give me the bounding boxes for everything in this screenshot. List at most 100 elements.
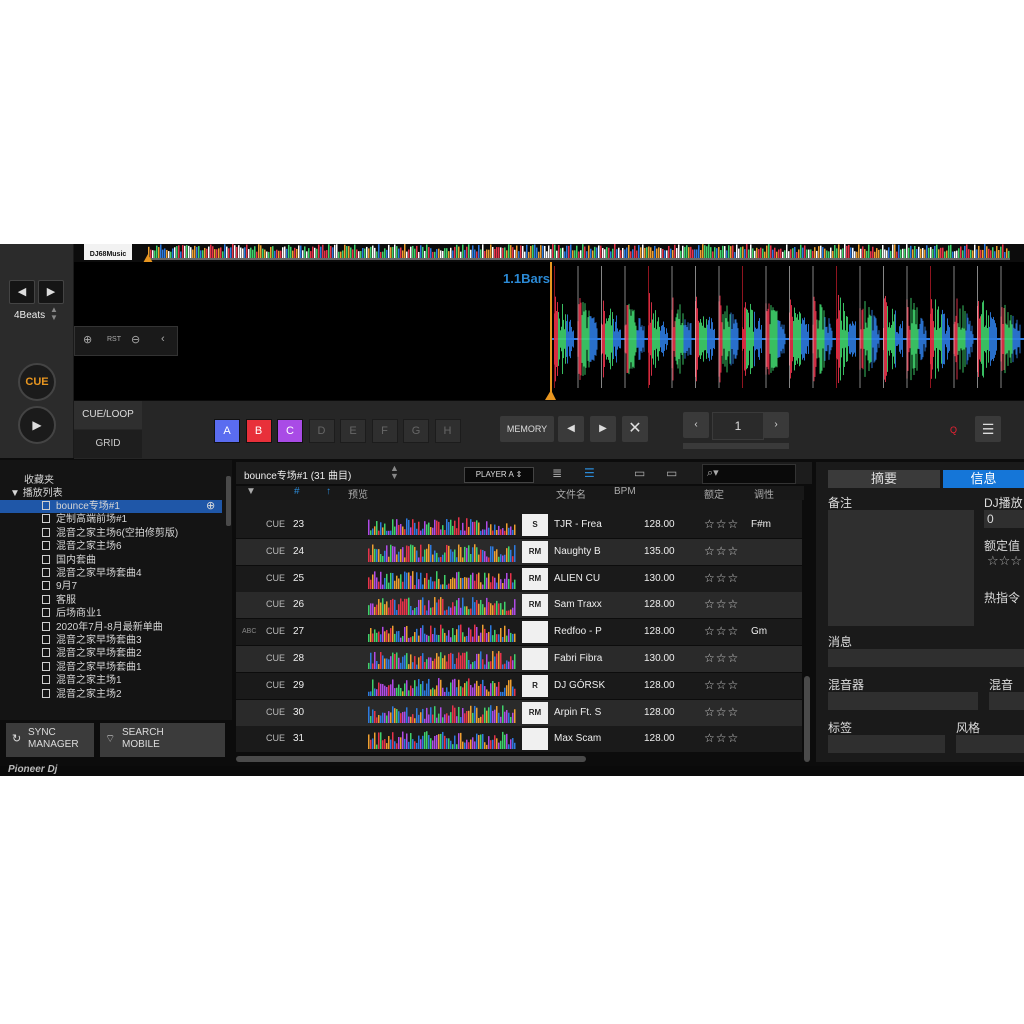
menu-button[interactable]: ☰ xyxy=(975,416,1001,442)
preview-waveform[interactable] xyxy=(368,728,516,750)
sidebar-item-playlist[interactable]: 混音之家主场2 xyxy=(0,688,122,701)
mixer-field[interactable] xyxy=(828,692,978,710)
sidebar-item-playlist[interactable]: 9月7 xyxy=(0,580,77,593)
notes-field[interactable] xyxy=(828,510,974,626)
dj-play-field[interactable]: 0 xyxy=(984,510,1024,528)
quantize-indicator[interactable]: Q xyxy=(950,425,957,435)
col-rating[interactable]: 额定 xyxy=(704,486,724,501)
sidebar-item-playlist[interactable]: 定制高端前场#1 xyxy=(0,513,127,526)
hot-cue-pad-a[interactable]: A xyxy=(214,419,240,443)
overview-waveform[interactable] xyxy=(148,244,1010,260)
hot-cue-pad-d[interactable]: D xyxy=(308,419,335,443)
track-rating[interactable]: ☆☆☆ xyxy=(704,678,739,692)
track-rating[interactable]: ☆☆☆ xyxy=(704,544,739,558)
list-horizontal-scrollbar[interactable] xyxy=(236,756,586,762)
search-mobile-button[interactable]: ⌔ SEARCH MOBILE xyxy=(100,723,225,757)
hot-cue-pad-e[interactable]: E xyxy=(340,419,366,443)
table-row[interactable]: CUE 23 S TJR - Frea 128.00 ☆☆☆ F#m xyxy=(236,512,802,538)
col-key[interactable]: 调性 xyxy=(754,486,774,501)
artwork-view-icon[interactable]: ▭ xyxy=(634,466,645,480)
tab-summary[interactable]: 摘要 xyxy=(828,470,940,488)
sidebar-item-playlist[interactable]: 混音之家早场套曲4 xyxy=(0,567,142,580)
sidebar-item-playlist[interactable]: 国内套曲 xyxy=(0,554,96,567)
table-row[interactable]: CUE 31 Max Scam 128.00 ☆☆☆ xyxy=(236,726,802,753)
table-row-partial[interactable] xyxy=(236,500,802,512)
split-view-icon[interactable]: ▭ xyxy=(666,466,677,480)
tab-info[interactable]: 信息 xyxy=(943,470,1024,488)
col-num[interactable]: # xyxy=(294,486,300,497)
mix-name-field[interactable] xyxy=(989,692,1024,710)
track-rating[interactable]: ☆☆☆ xyxy=(704,571,739,585)
loop-prev-button[interactable]: ‹ xyxy=(683,412,709,438)
loop-next-button[interactable]: › xyxy=(763,412,789,438)
memory-next-button[interactable]: ▶ xyxy=(590,416,616,442)
preview-waveform[interactable] xyxy=(368,702,516,724)
sidebar-item-playlist[interactable]: 后场商业1 xyxy=(0,607,102,620)
beat-jump-size[interactable]: 4Beats xyxy=(14,310,45,321)
hot-cue-pad-c[interactable]: C xyxy=(277,419,303,443)
table-row[interactable]: CUE 25 RM ALIEN CU 130.00 ☆☆☆ xyxy=(236,565,802,592)
tab-grid[interactable]: GRID xyxy=(74,430,142,458)
hot-cue-pad-b[interactable]: B xyxy=(245,419,272,443)
search-input[interactable]: ⌕▾ xyxy=(702,464,796,484)
sort-asc-icon[interactable]: ↑ xyxy=(326,486,331,497)
loop-number-field[interactable]: 1 xyxy=(712,412,764,440)
beat-jump-forward-button[interactable]: ▶ xyxy=(38,280,64,304)
preview-waveform[interactable] xyxy=(368,648,516,670)
filter-icon[interactable]: ▼ xyxy=(246,486,256,497)
memory-prev-button[interactable]: ◀ xyxy=(558,416,584,442)
preview-waveform[interactable] xyxy=(368,541,516,563)
track-rating[interactable]: ☆☆☆ xyxy=(704,624,739,638)
table-row[interactable]: CUE 28 Fabri Fibra 130.00 ☆☆☆ xyxy=(236,646,802,672)
tree-playlists-header[interactable]: ▼ 播放列表 xyxy=(10,487,63,500)
list-vertical-scrollbar[interactable] xyxy=(804,676,810,762)
beat-jump-back-button[interactable]: ◀ xyxy=(9,280,35,304)
sidebar-item-playlist[interactable]: 混音之家主场6(空拍修剪版) xyxy=(0,527,178,540)
player-select[interactable]: PLAYER A ⇕ xyxy=(464,467,534,483)
beat-size-stepper[interactable]: ▲ ▼ xyxy=(50,306,58,322)
memory-button[interactable]: MEMORY xyxy=(500,416,554,442)
col-preview[interactable]: 预览 xyxy=(348,486,368,501)
detail-view-icon[interactable]: ☰ xyxy=(584,466,595,480)
col-filename[interactable]: 文件名 xyxy=(556,486,586,501)
add-track-icon[interactable]: ⊕ xyxy=(206,500,215,513)
collapse-chevron-icon[interactable]: ‹ xyxy=(161,333,165,345)
track-rating[interactable]: ☆☆☆ xyxy=(704,597,739,611)
preview-waveform[interactable] xyxy=(368,514,516,536)
track-rating[interactable]: ☆☆☆ xyxy=(704,517,739,531)
table-row[interactable]: CUE 24 RM Naughty B 135.00 ☆☆☆ xyxy=(236,538,802,565)
sync-manager-button[interactable]: ↻ SYNC MANAGER xyxy=(6,723,94,757)
track-rating[interactable]: ☆☆☆ xyxy=(704,705,739,719)
table-row[interactable]: CUE 29 R DJ GÓRSK 128.00 ☆☆☆ xyxy=(236,672,802,699)
sidebar-item-playlist[interactable]: bounce专场#1 ⊕ xyxy=(0,500,222,513)
sort-stepper-icon[interactable]: ▲ ▼ xyxy=(390,464,399,481)
sidebar-item-playlist[interactable]: 混音之家主场6 xyxy=(0,540,122,553)
zoom-out-icon[interactable]: ⊖ xyxy=(131,333,140,346)
rating-stars[interactable]: ☆☆☆ xyxy=(987,553,1022,569)
track-rating[interactable]: ☆☆☆ xyxy=(704,731,739,745)
preview-waveform[interactable] xyxy=(368,621,516,643)
sidebar-item-playlist[interactable]: 混音之家早场套曲3 xyxy=(0,634,142,647)
delete-cue-button[interactable]: ✕ xyxy=(622,416,648,442)
table-row[interactable]: CUE 30 RM Arpin Ft. S 128.00 ☆☆☆ xyxy=(236,699,802,726)
sidebar-item-playlist[interactable]: 混音之家早场套曲2 xyxy=(0,647,142,660)
list-view-icon[interactable]: ≣ xyxy=(552,466,562,480)
tree-favorites[interactable]: 收藏夹 xyxy=(24,474,54,487)
table-row[interactable]: CUE 26 RM Sam Traxx 128.00 ☆☆☆ xyxy=(236,592,802,619)
message-field[interactable] xyxy=(828,649,1024,667)
tags-field[interactable] xyxy=(828,735,945,753)
sidebar-item-playlist[interactable]: 混音之家早场套曲1 xyxy=(0,661,142,674)
preview-waveform[interactable] xyxy=(368,568,516,590)
zoom-in-icon[interactable]: ⊕ xyxy=(83,333,92,346)
tree-scrollbar[interactable] xyxy=(226,476,231,526)
loop-slider[interactable] xyxy=(683,443,789,449)
preview-waveform[interactable] xyxy=(368,675,516,697)
hot-cue-pad-h[interactable]: H xyxy=(434,419,461,443)
table-row[interactable]: CUE 27 Redfoo - P 128.00 ☆☆☆ Gm ABC xyxy=(236,619,802,646)
style-field[interactable] xyxy=(956,735,1024,753)
sidebar-item-playlist[interactable]: 客服 xyxy=(0,594,76,607)
hot-cue-pad-g[interactable]: G xyxy=(403,419,429,443)
sidebar-item-playlist[interactable]: 2020年7月-8月最新单曲 xyxy=(0,621,163,634)
tab-cue-loop[interactable]: CUE/LOOP xyxy=(74,401,142,429)
sidebar-item-playlist[interactable]: 混音之家主场1 xyxy=(0,674,122,687)
